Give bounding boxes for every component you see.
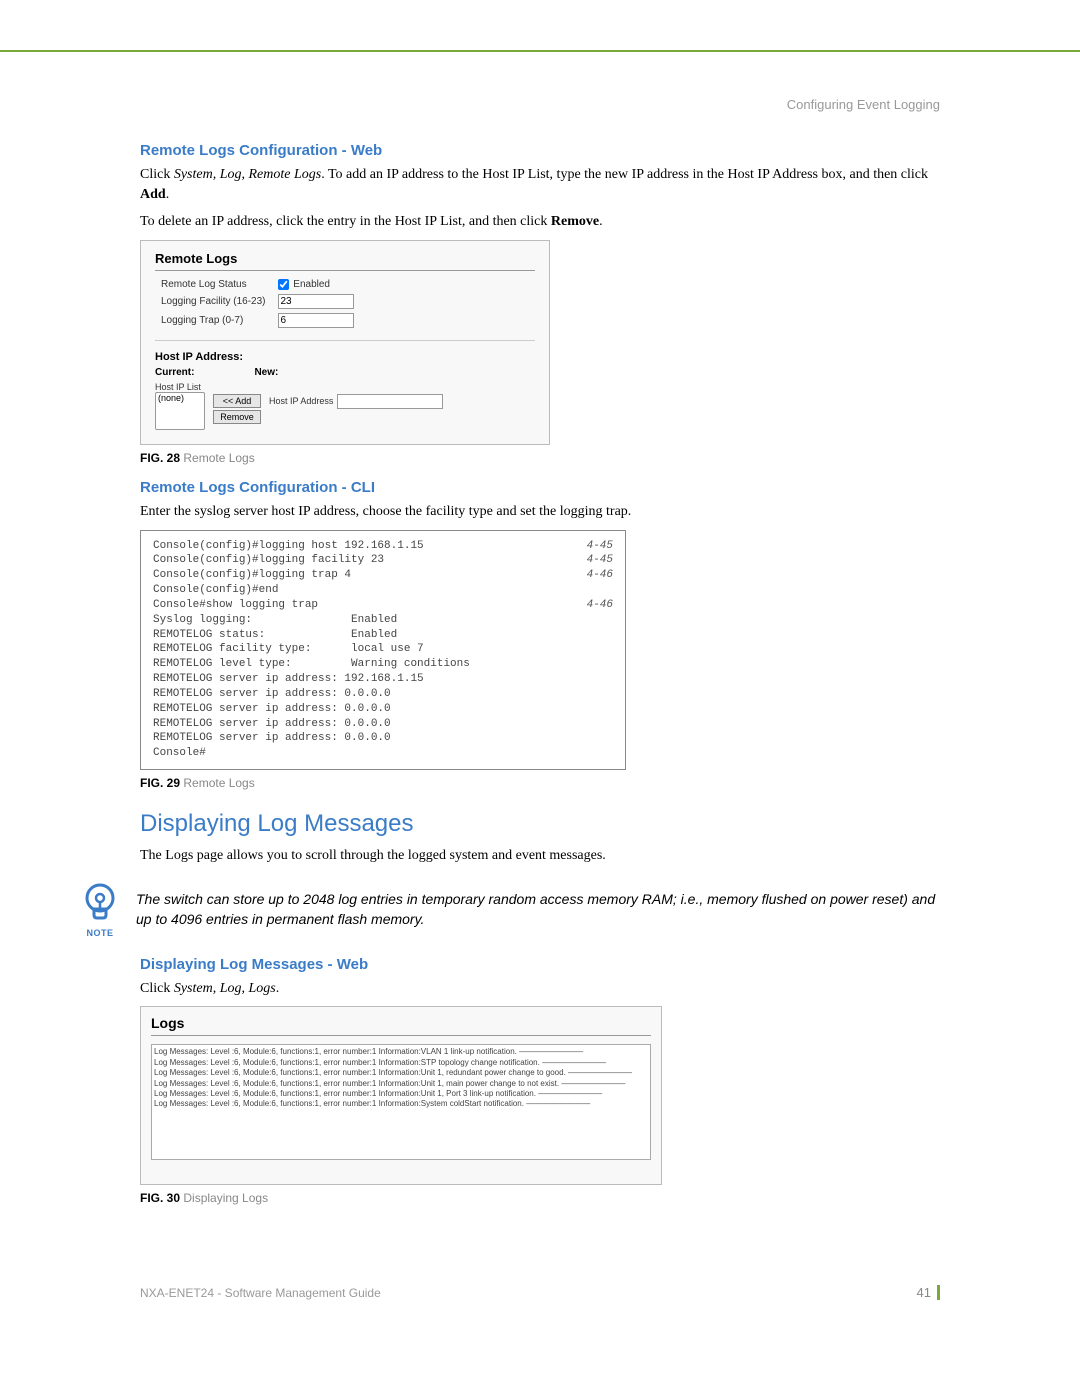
cli-line: REMOTELOG status: Enabled xyxy=(153,628,613,643)
fig-text: Remote Logs xyxy=(183,776,254,790)
cli-line: Console# xyxy=(153,746,613,761)
nav-path: System, Log, Remote Logs xyxy=(174,167,321,182)
remote-log-status-checkbox[interactable] xyxy=(278,279,289,290)
new-label: New: xyxy=(254,367,278,378)
log-entry: Log Messages: Level :6, Module:6, functi… xyxy=(154,1079,648,1089)
current-label: Current: xyxy=(155,367,194,378)
host-ip-list-label: Host IP List xyxy=(155,382,205,392)
nav-path: System, Log, Logs xyxy=(174,981,276,996)
fig-label: FIG. 29 xyxy=(140,776,180,790)
displaying-log-messages-heading: Displaying Log Messages xyxy=(140,810,940,838)
logs-title: Logs xyxy=(151,1015,651,1036)
text: . xyxy=(599,214,603,229)
add-button[interactable]: << Add xyxy=(213,394,261,408)
cli-output: Console(config)#logging host 192.168.1.1… xyxy=(140,530,626,771)
remote-logs-web-p1: Click System, Log, Remote Logs. To add a… xyxy=(140,165,940,204)
displaying-log-web-p1: Click System, Log, Logs. xyxy=(140,979,940,999)
cli-line: REMOTELOG server ip address: 0.0.0.0 xyxy=(153,687,613,702)
cli-line: REMOTELOG server ip address: 192.168.1.1… xyxy=(153,672,613,687)
note-block: NOTE The switch can store up to 2048 log… xyxy=(80,882,940,938)
remote-logs-screenshot: Remote Logs Remote Log Status Enabled Lo… xyxy=(140,240,550,445)
cli-line: Console(config)#logging trap 44-46 xyxy=(153,568,613,583)
logging-trap-input[interactable] xyxy=(278,313,354,328)
logs-listbox[interactable]: Log Messages: Level :6, Module:6, functi… xyxy=(151,1044,651,1160)
list-item[interactable]: (none) xyxy=(156,393,204,405)
text: . xyxy=(276,981,280,996)
fig30-caption: FIG. 30 Displaying Logs xyxy=(140,1191,940,1205)
fig29-caption: FIG. 29 Remote Logs xyxy=(140,776,940,790)
fig-label: FIG. 28 xyxy=(140,451,180,465)
cli-line: Console(config)#end xyxy=(153,583,613,598)
cli-line: Console(config)#logging host 192.168.1.1… xyxy=(153,539,613,554)
add-word: Add xyxy=(140,187,166,202)
remote-logs-title: Remote Logs xyxy=(155,251,535,271)
displaying-log-web-heading: Displaying Log Messages - Web xyxy=(140,956,940,973)
fig-text: Remote Logs xyxy=(183,451,254,465)
header-section: Configuring Event Logging xyxy=(140,97,940,112)
note-label: NOTE xyxy=(80,928,120,938)
remove-word: Remove xyxy=(551,214,599,229)
text: Click xyxy=(140,167,174,182)
cli-line: REMOTELOG server ip address: 0.0.0.0 xyxy=(153,731,613,746)
cli-line: Syslog logging: Enabled xyxy=(153,613,613,628)
cli-line: REMOTELOG server ip address: 0.0.0.0 xyxy=(153,702,613,717)
enabled-label: Enabled xyxy=(293,279,330,290)
logging-facility-label: Logging Facility (16-23) xyxy=(155,292,272,311)
log-entry: Log Messages: Level :6, Module:6, functi… xyxy=(154,1089,648,1099)
text: Click xyxy=(140,981,174,996)
logging-trap-label: Logging Trap (0-7) xyxy=(155,311,272,330)
remote-logs-web-p2: To delete an IP address, click the entry… xyxy=(140,212,940,232)
cli-line: REMOTELOG facility type: local use 7 xyxy=(153,642,613,657)
text: To delete an IP address, click the entry… xyxy=(140,214,551,229)
log-entry: Log Messages: Level :6, Module:6, functi… xyxy=(154,1058,648,1068)
host-ip-address-heading: Host IP Address: xyxy=(155,351,535,363)
text: . To add an IP address to the Host IP Li… xyxy=(321,167,928,182)
host-ip-address-label: Host IP Address xyxy=(269,396,333,406)
log-entry: Log Messages: Level :6, Module:6, functi… xyxy=(154,1099,648,1109)
text: . xyxy=(166,187,170,202)
remote-log-status-label: Remote Log Status xyxy=(155,277,272,292)
remote-logs-web-heading: Remote Logs Configuration - Web xyxy=(140,142,940,159)
log-entry: Log Messages: Level :6, Module:6, functi… xyxy=(154,1047,648,1057)
logs-screenshot: Logs Log Messages: Level :6, Module:6, f… xyxy=(140,1006,662,1185)
fig28-caption: FIG. 28 Remote Logs xyxy=(140,451,940,465)
remote-logs-cli-heading: Remote Logs Configuration - CLI xyxy=(140,479,940,496)
lightbulb-icon xyxy=(80,882,120,926)
host-ip-listbox[interactable]: (none) xyxy=(155,392,205,430)
note-text: The switch can store up to 2048 log entr… xyxy=(136,890,940,929)
remove-button[interactable]: Remove xyxy=(213,410,261,424)
footer-doc-title: NXA-ENET24 - Software Management Guide xyxy=(140,1286,381,1300)
remote-logs-form: Remote Log Status Enabled Logging Facili… xyxy=(155,277,360,330)
logging-facility-input[interactable] xyxy=(278,294,354,309)
cli-line: REMOTELOG server ip address: 0.0.0.0 xyxy=(153,717,613,732)
displaying-log-messages-p1: The Logs page allows you to scroll throu… xyxy=(140,846,940,866)
remote-logs-cli-p1: Enter the syslog server host IP address,… xyxy=(140,502,940,522)
cli-line: Console(config)#logging facility 234-45 xyxy=(153,553,613,568)
page-number: 41 xyxy=(917,1285,940,1300)
cli-line: Console#show logging trap4-46 xyxy=(153,598,613,613)
fig-text: Displaying Logs xyxy=(183,1191,268,1205)
cli-line: REMOTELOG level type: Warning conditions xyxy=(153,657,613,672)
fig-label: FIG. 30 xyxy=(140,1191,180,1205)
host-ip-address-input[interactable] xyxy=(337,394,443,409)
log-entry: Log Messages: Level :6, Module:6, functi… xyxy=(154,1068,648,1078)
